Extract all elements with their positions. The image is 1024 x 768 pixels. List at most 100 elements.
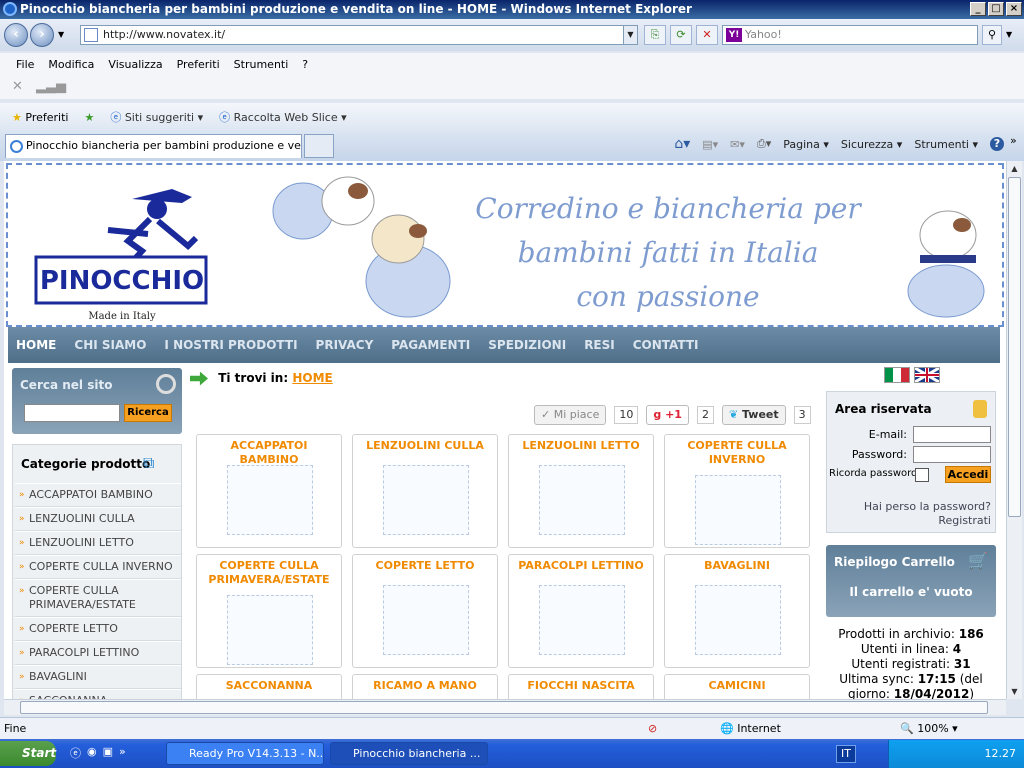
address-url: http://www.novatex.it/: [103, 28, 226, 41]
product-card[interactable]: RICAMO A MANO: [352, 674, 498, 699]
new-tab-button[interactable]: [304, 134, 334, 158]
zoom-value: 100%: [917, 722, 949, 735]
product-card[interactable]: COPERTE CULLA PRIMAVERA/ESTATE: [196, 554, 342, 668]
scroll-down-icon[interactable]: ▼: [1007, 684, 1022, 699]
media-icon[interactable]: ◉: [87, 745, 97, 761]
category-item[interactable]: ACCAPPATOI BAMBINO: [15, 483, 181, 507]
menu-pagina[interactable]: Pagina ▾: [783, 138, 829, 151]
register-link[interactable]: Registrati: [938, 514, 991, 527]
menu-sicurezza[interactable]: Sicurezza ▾: [841, 138, 902, 151]
product-card[interactable]: PARACOLPI LETTINO: [508, 554, 654, 668]
nav-home[interactable]: HOME: [16, 338, 56, 352]
scroll-thumb[interactable]: [1008, 177, 1021, 517]
taskbar-item-readypro[interactable]: Ready Pro V14.3.13 - N...: [166, 742, 324, 765]
nav-contatti[interactable]: CONTATTI: [633, 338, 699, 352]
desktop-icon[interactable]: ▣: [103, 745, 113, 761]
tweet-button[interactable]: ❦ Tweet: [721, 405, 786, 425]
category-item[interactable]: LENZUOLINI LETTO: [15, 531, 181, 555]
like-button[interactable]: ✓ Mi piace: [534, 405, 607, 425]
remember-checkbox[interactable]: [915, 468, 929, 482]
scroll-thumb[interactable]: [20, 701, 988, 714]
ie-icon[interactable]: ⓔ: [70, 745, 81, 761]
chevron-right-icon[interactable]: »: [1010, 134, 1017, 147]
address-bar[interactable]: http://www.novatex.it/ ▼: [80, 25, 638, 45]
nav-privacy[interactable]: PRIVACY: [316, 338, 374, 352]
pinocchio-logo[interactable]: PINOCCHIO Made in Italy: [22, 179, 222, 329]
product-card[interactable]: COPERTE LETTO: [352, 554, 498, 668]
menu-modifica[interactable]: Modifica: [48, 58, 94, 71]
menu-visualizza[interactable]: Visualizza: [108, 58, 162, 71]
taskbar-item-ie[interactable]: Pinocchio biancheria ...: [330, 742, 488, 765]
product-card[interactable]: LENZUOLINI CULLA: [352, 434, 498, 548]
nav-chi-siamo[interactable]: CHI SIAMO: [74, 338, 146, 352]
feeds-icon[interactable]: ▤▾: [702, 138, 718, 151]
forward-button[interactable]: ›: [30, 23, 54, 47]
menu-strumenti-cmd[interactable]: Strumenti ▾: [914, 138, 978, 151]
stop-icon[interactable]: ✕: [696, 25, 718, 45]
refresh-icon[interactable]: ⟳: [670, 25, 692, 45]
close-toolbar-icon[interactable]: ✕: [12, 79, 23, 94]
scroll-up-icon[interactable]: ▲: [1007, 161, 1022, 176]
favorites-button[interactable]: ★ Preferiti: [12, 111, 68, 124]
menu-help[interactable]: ?: [302, 58, 308, 71]
category-item[interactable]: LENZUOLINI CULLA: [15, 507, 181, 531]
chevron-right-icon[interactable]: »: [119, 745, 126, 761]
product-card[interactable]: SACCONANNA: [196, 674, 342, 699]
password-field[interactable]: [913, 446, 991, 463]
minimize-button[interactable]: _: [970, 2, 986, 16]
zoom-control[interactable]: 🔍 100% ▾: [900, 718, 958, 740]
back-button[interactable]: ‹: [4, 23, 28, 47]
language-indicator[interactable]: IT: [836, 745, 856, 763]
history-dropdown-icon[interactable]: ▼: [58, 30, 64, 39]
forgot-password-link[interactable]: Hai perso la password?: [864, 500, 991, 513]
category-item[interactable]: PARACOLPI LETTINO: [15, 641, 181, 665]
product-card[interactable]: BAVAGLINI: [664, 554, 810, 668]
nav-prodotti[interactable]: I NOSTRI PRODOTTI: [164, 338, 297, 352]
product-card[interactable]: CAMICINI: [664, 674, 810, 699]
category-item[interactable]: SACCONANNA: [15, 689, 181, 699]
category-item[interactable]: COPERTE LETTO: [15, 617, 181, 641]
login-button[interactable]: Accedi: [945, 466, 991, 483]
print-icon[interactable]: ⎙▾: [757, 137, 771, 151]
vertical-scrollbar[interactable]: ▲ ▼: [1006, 161, 1022, 699]
site-search-input[interactable]: [24, 404, 120, 422]
search-options-icon[interactable]: ▼: [1006, 30, 1012, 39]
tab-active[interactable]: Pinocchio biancheria per bambini produzi…: [5, 134, 302, 158]
uk-flag-icon[interactable]: [914, 366, 940, 384]
banner-slogan: Corredino e biancheria per bambini fatti…: [448, 187, 888, 319]
nav-spedizioni[interactable]: SPEDIZIONI: [488, 338, 566, 352]
start-button[interactable]: Start: [0, 741, 56, 766]
home-icon[interactable]: ⌂▾: [674, 136, 690, 152]
menu-preferiti[interactable]: Preferiti: [177, 58, 220, 71]
gplus-button[interactable]: g +1: [646, 405, 689, 425]
address-dropdown-icon[interactable]: ▼: [623, 26, 637, 44]
italian-flag-icon[interactable]: [884, 367, 910, 383]
menu-strumenti[interactable]: Strumenti: [234, 58, 289, 71]
category-item[interactable]: COPERTE CULLA INVERNO: [15, 555, 181, 579]
compat-view-icon[interactable]: ⎘: [644, 25, 666, 45]
fav-item-suggested[interactable]: ⓔ Siti suggeriti ▾: [110, 109, 203, 125]
site-stats: Prodotti in archivio: 186 Utenti in line…: [826, 627, 996, 699]
category-item[interactable]: COPERTE CULLA PRIMAVERA/ESTATE: [15, 579, 181, 617]
product-card[interactable]: LENZUOLINI LETTO: [508, 434, 654, 548]
breadcrumb-home[interactable]: HOME: [292, 371, 332, 385]
close-button[interactable]: ×: [1006, 2, 1022, 16]
mail-icon[interactable]: ✉▾: [730, 138, 745, 151]
search-box[interactable]: Y! Yahoo!: [722, 25, 978, 45]
menu-file[interactable]: File: [16, 58, 34, 71]
fav-item-webslice[interactable]: ⓔ Raccolta Web Slice ▾: [219, 109, 347, 125]
site-search-button[interactable]: Ricerca: [124, 404, 172, 422]
add-favorite-icon[interactable]: ★: [84, 111, 94, 124]
email-field[interactable]: [913, 426, 991, 443]
horizontal-scrollbar[interactable]: [4, 699, 1006, 715]
nav-resi[interactable]: RESI: [584, 338, 615, 352]
product-card[interactable]: COPERTE CULLA INVERNO: [664, 434, 810, 548]
nav-pagamenti[interactable]: PAGAMENTI: [391, 338, 470, 352]
product-card[interactable]: FIOCCHI NASCITA: [508, 674, 654, 699]
help-icon[interactable]: ?: [990, 137, 1004, 151]
search-icon[interactable]: ⚲: [982, 25, 1002, 45]
category-item[interactable]: BAVAGLINI: [15, 665, 181, 689]
product-card[interactable]: ACCAPPATOI BAMBINO: [196, 434, 342, 548]
maximize-button[interactable]: □: [988, 2, 1004, 16]
category-box: Categorie prodotto ⧉ ACCAPPATOI BAMBINO …: [12, 444, 182, 699]
